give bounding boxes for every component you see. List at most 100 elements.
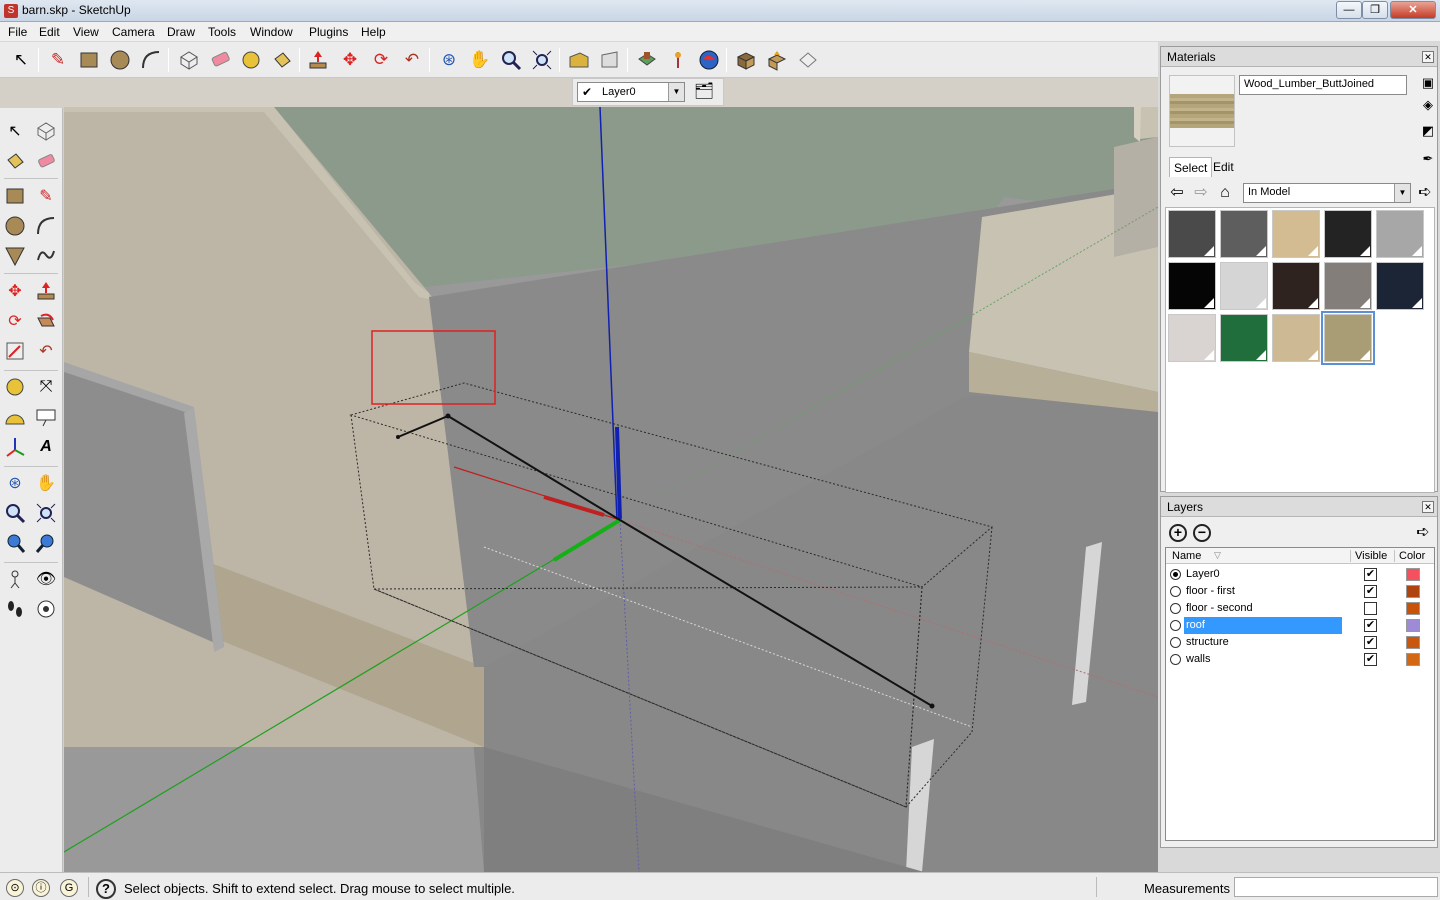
zoom-extents-icon[interactable]	[529, 47, 555, 73]
details-arrow-icon[interactable]: ➪	[1413, 523, 1433, 543]
layer-color-swatch[interactable]	[1406, 602, 1420, 615]
layer-manager-icon[interactable]: 🗂	[691, 80, 717, 104]
material-swatch[interactable]	[1220, 314, 1268, 362]
material-swatch[interactable]	[1220, 210, 1268, 258]
current-layer-radio[interactable]	[1170, 654, 1181, 665]
layer-row[interactable]: walls ✔	[1166, 651, 1434, 668]
delete-layer-icon[interactable]: −	[1193, 524, 1211, 542]
paint-bucket-icon[interactable]	[2, 148, 28, 174]
zoom-window-icon[interactable]	[33, 500, 59, 526]
get-models-icon[interactable]	[733, 47, 759, 73]
arc-icon[interactable]	[33, 213, 59, 239]
current-layer-radio[interactable]	[1170, 586, 1181, 597]
close-icon[interactable]: ✕	[1422, 51, 1434, 63]
details-arrow-icon[interactable]: ➪	[1415, 183, 1435, 203]
menu-window[interactable]: Window	[250, 25, 293, 39]
material-swatch[interactable]	[1272, 262, 1320, 310]
col-color-header[interactable]: Color	[1394, 550, 1425, 562]
menu-file[interactable]: File	[8, 25, 27, 39]
measurements-input[interactable]	[1234, 877, 1438, 897]
walk-icon[interactable]	[2, 596, 28, 622]
make-component-icon[interactable]	[176, 47, 202, 73]
layer-color-swatch[interactable]	[1406, 636, 1420, 649]
collection-dropdown[interactable]: In Model ▼	[1243, 183, 1411, 203]
material-swatch[interactable]	[1321, 311, 1375, 365]
offset-icon[interactable]: ↶	[33, 338, 59, 364]
3d-text-icon[interactable]: A	[33, 434, 59, 460]
credits-icon[interactable]: ⓘ	[32, 879, 50, 897]
material-swatch[interactable]	[1376, 210, 1424, 258]
chevron-down-icon[interactable]: ▼	[668, 83, 684, 101]
layer-name[interactable]: structure	[1184, 634, 1342, 651]
paint-bucket-icon[interactable]	[269, 47, 295, 73]
zoom-icon[interactable]	[2, 500, 28, 526]
visible-checkbox[interactable]: ✔	[1364, 568, 1377, 581]
eraser-icon[interactable]	[33, 148, 59, 174]
menu-view[interactable]: View	[73, 25, 99, 39]
sample-paint-icon[interactable]: ◩	[1419, 123, 1437, 141]
material-swatch[interactable]	[1168, 314, 1216, 362]
visible-checkbox[interactable]: ✔	[1364, 585, 1377, 598]
col-visible-header[interactable]: Visible	[1350, 550, 1387, 562]
orbit-icon[interactable]: ⊛	[2, 470, 28, 496]
create-material-icon[interactable]: ▣	[1419, 75, 1437, 93]
modeling-viewport[interactable]	[64, 107, 1158, 872]
pencil-icon[interactable]: ✎	[33, 183, 59, 209]
current-layer-radio[interactable]	[1170, 637, 1181, 648]
layer-color-swatch[interactable]	[1406, 619, 1420, 632]
chevron-down-icon[interactable]: ▼	[1394, 184, 1410, 202]
material-swatch[interactable]	[1220, 262, 1268, 310]
material-swatch[interactable]	[1324, 210, 1372, 258]
pencil-icon[interactable]: ✎	[45, 47, 71, 73]
rectangle-icon[interactable]	[76, 47, 102, 73]
menu-camera[interactable]: Camera	[112, 25, 155, 39]
eyedropper-icon[interactable]: ✒	[1419, 151, 1437, 169]
geo-location-icon[interactable]: ⊙	[6, 879, 24, 897]
orbit-icon[interactable]: ⊛	[436, 47, 462, 73]
axes-icon[interactable]	[2, 434, 28, 460]
material-swatch[interactable]	[1272, 314, 1320, 362]
material-swatch[interactable]	[1272, 210, 1320, 258]
freehand-icon[interactable]	[33, 243, 59, 269]
tab-edit[interactable]: Edit	[1209, 157, 1238, 177]
layer-name[interactable]: roof	[1184, 617, 1342, 634]
default-material-icon[interactable]: ◈	[1419, 97, 1437, 115]
layer-name[interactable]: floor - second	[1184, 600, 1342, 617]
layer-row[interactable]: Layer0 ✔	[1166, 566, 1434, 583]
text-icon[interactable]	[33, 404, 59, 430]
protractor-icon[interactable]	[2, 404, 28, 430]
scene-canvas[interactable]	[64, 107, 1158, 872]
move-icon[interactable]: ✥	[337, 47, 363, 73]
layer-color-swatch[interactable]	[1406, 585, 1420, 598]
menu-tools[interactable]: Tools	[208, 25, 236, 39]
sort-icon[interactable]: ▽	[1214, 550, 1221, 561]
pan-icon[interactable]: ✋	[33, 470, 59, 496]
place-model-icon[interactable]	[634, 47, 660, 73]
menu-help[interactable]: Help	[361, 25, 386, 39]
toggle-terrain-icon[interactable]	[665, 47, 691, 73]
polygon-icon[interactable]	[2, 243, 28, 269]
tab-select[interactable]: Select	[1169, 157, 1213, 177]
layer-row[interactable]: floor - first ✔	[1166, 583, 1434, 600]
make-component-icon[interactable]	[33, 118, 59, 144]
layer-name[interactable]: walls	[1184, 651, 1342, 668]
forward-arrow-icon[interactable]: ⇨	[1191, 183, 1211, 203]
share-model-icon[interactable]	[597, 47, 623, 73]
maximize-button[interactable]: ❐	[1362, 1, 1388, 19]
push-pull-icon[interactable]	[33, 278, 59, 304]
follow-me-icon[interactable]: ↶	[399, 47, 425, 73]
follow-me-icon[interactable]	[33, 308, 59, 334]
material-swatch[interactable]	[1376, 262, 1424, 310]
material-name-field[interactable]: Wood_Lumber_ButtJoined	[1239, 75, 1407, 95]
tape-measure-icon[interactable]	[2, 374, 28, 400]
layer-name[interactable]: Layer0	[1184, 566, 1342, 583]
share-component-icon[interactable]	[764, 47, 790, 73]
section-plane-icon[interactable]	[33, 596, 59, 622]
add-layer-icon[interactable]: +	[1169, 524, 1187, 542]
push-pull-icon[interactable]	[305, 47, 331, 73]
layer-row[interactable]: roof ✔	[1166, 617, 1434, 634]
home-icon[interactable]: ⌂	[1215, 183, 1235, 203]
layer-row[interactable]: structure ✔	[1166, 634, 1434, 651]
visible-checkbox[interactable]	[1364, 602, 1377, 615]
material-swatch[interactable]	[1168, 210, 1216, 258]
